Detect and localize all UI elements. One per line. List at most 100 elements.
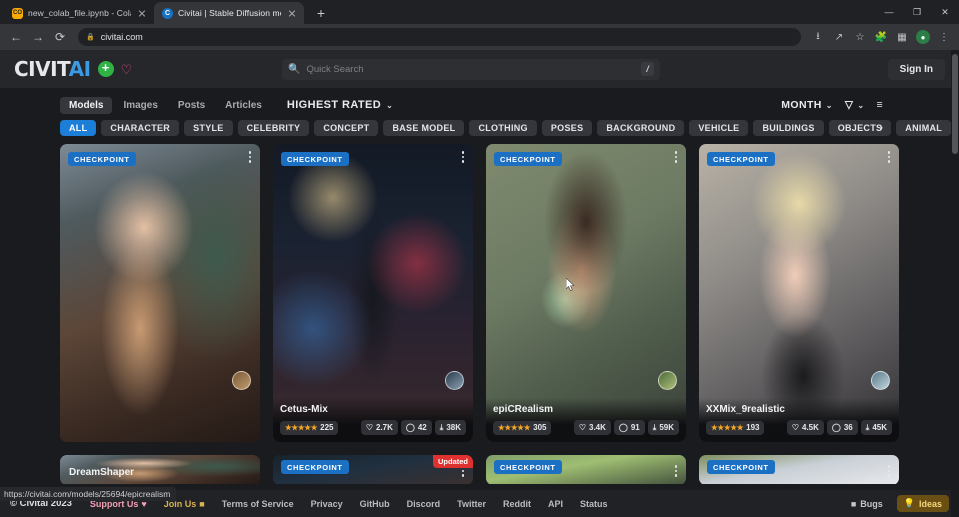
ideas-button[interactable]: 💡 Ideas — [896, 495, 949, 512]
chip-clothing[interactable]: CLOTHING — [469, 120, 537, 136]
content-nav-row: Models Images Posts Articles HIGHEST RAT… — [0, 88, 959, 115]
model-card[interactable]: CHECKPOINT XXMix_9realistic ★★★★★ 193 ♡ … — [699, 144, 899, 442]
footer-link-github[interactable]: GitHub — [360, 499, 390, 509]
avatar[interactable] — [658, 371, 677, 390]
footer-link-reddit[interactable]: Reddit — [503, 499, 531, 509]
content-type-tabs: Models Images Posts Articles — [60, 96, 271, 114]
search-input[interactable]: 🔍 Quick Search / — [282, 58, 660, 80]
model-card[interactable]: CHECKPOINT — [60, 144, 260, 442]
card-menu-icon[interactable] — [461, 151, 464, 163]
chip-style[interactable]: STYLE — [184, 120, 233, 136]
chip-celebrity[interactable]: CELEBRITY — [237, 120, 310, 136]
page-scrollbar[interactable] — [951, 50, 959, 517]
downloads-stat: ⤓ 38K — [434, 420, 466, 435]
card-menu-icon[interactable] — [248, 151, 251, 163]
toolbar-icons: ⭳ ↗ ☆ 🧩 ▦ ● ⋮ — [809, 28, 953, 46]
sign-in-button[interactable]: Sign In — [887, 58, 945, 80]
footer-link-status[interactable]: Status — [580, 499, 608, 509]
browser-tab-civitai[interactable]: C Civitai | Stable Diffusion models, — [154, 2, 304, 24]
reload-icon[interactable]: ⟳ — [50, 27, 70, 47]
logo-text-civit: CIVIT — [14, 57, 69, 81]
close-icon[interactable] — [136, 7, 148, 19]
model-card-stats: ★★★★★ 225 ♡ 2.7K ◯ 42 ⤓ 38K — [280, 420, 466, 435]
model-card[interactable]: CHECKPOINT epiCRealism ★★★★★ 305 ♡ 3.4K … — [486, 144, 686, 442]
close-icon[interactable] — [286, 7, 298, 19]
share-icon[interactable]: ↗ — [830, 28, 848, 46]
scrollbar-thumb[interactable] — [952, 54, 958, 154]
model-type-badge: CHECKPOINT — [707, 152, 775, 166]
chip-animal[interactable]: ANIMAL — [896, 120, 952, 136]
search-icon: 🔍 — [288, 63, 301, 75]
back-icon[interactable]: ← — [6, 27, 26, 47]
tab-images[interactable]: Images — [114, 97, 166, 114]
model-card[interactable]: CHECKPOINT Updated — [273, 455, 473, 484]
tab-articles[interactable]: Articles — [216, 97, 271, 114]
model-card-stats: ★★★★★ 305 ♡ 3.4K ◯ 91 ⤓ 59K — [493, 420, 679, 435]
address-bar[interactable]: 🔒 civitai.com — [78, 28, 801, 46]
colab-icon: CO — [12, 7, 23, 19]
period-dropdown[interactable]: MONTH ⌄ — [781, 99, 833, 111]
avatar[interactable] — [871, 371, 890, 390]
side-panel-icon[interactable]: ▦ — [893, 28, 911, 46]
card-menu-icon[interactable] — [887, 465, 890, 477]
downloads-count: 45K — [872, 423, 887, 432]
footer-link-discord[interactable]: Discord — [407, 499, 441, 509]
tab-posts[interactable]: Posts — [169, 97, 214, 114]
model-card[interactable]: CHECKPOINT — [486, 455, 686, 484]
chip-all[interactable]: ALL — [60, 120, 97, 136]
model-type-badge: CHECKPOINT — [281, 460, 349, 474]
model-card[interactable]: CHECKPOINT — [699, 455, 899, 484]
layout-toggle-icon: ≡ — [876, 99, 883, 111]
comments-stat: ◯ 42 — [400, 420, 432, 435]
browser-tab-colab[interactable]: CO new_colab_file.ipynb - Colaborat — [4, 2, 154, 24]
card-menu-icon[interactable] — [887, 151, 890, 163]
model-card[interactable]: CHECKPOINT Cetus-Mix ★★★★★ 225 ♡ 2.7K ◯ … — [273, 144, 473, 442]
card-menu-icon[interactable] — [674, 465, 677, 477]
chip-buildings[interactable]: BUILDINGS — [753, 120, 824, 136]
avatar[interactable] — [232, 371, 251, 390]
layout-toggle-button[interactable]: ≡ — [876, 99, 883, 111]
maximize-icon[interactable]: ❐ — [903, 0, 931, 24]
bugs-button[interactable]: ■ Bugs — [844, 496, 890, 512]
sort-dropdown[interactable]: HIGHEST RATED ⌄ — [287, 99, 393, 111]
chips-scroll-right-icon[interactable]: › — [879, 122, 883, 134]
chip-poses[interactable]: POSES — [541, 120, 593, 136]
footer-link-api[interactable]: API — [548, 499, 563, 509]
footer-link-twitter[interactable]: Twitter — [457, 499, 486, 509]
footer-link-terms[interactable]: Terms of Service — [222, 499, 294, 509]
chip-character[interactable]: CHARACTER — [101, 120, 180, 136]
chip-concept[interactable]: CONCEPT — [314, 120, 379, 136]
avatar[interactable] — [445, 371, 464, 390]
model-type-badge: CHECKPOINT — [68, 152, 136, 166]
forward-icon[interactable]: → — [28, 27, 48, 47]
heart-icon: ♡ — [791, 423, 799, 432]
new-tab-button[interactable]: + — [310, 2, 332, 24]
comments-stat: ◯ 91 — [613, 420, 645, 435]
logo-text-ai: AI — [68, 57, 91, 81]
heart-icon[interactable]: ♡ — [121, 63, 133, 76]
browser-tab-title: new_colab_file.ipynb - Colaborat — [28, 8, 131, 18]
extensions-puzzle-icon[interactable]: 🧩 — [872, 28, 890, 46]
card-menu-icon[interactable] — [674, 151, 677, 163]
tab-models[interactable]: Models — [60, 96, 113, 114]
chevron-down-icon: ⌄ — [386, 100, 394, 110]
filter-button[interactable]: ▽ ⌄ — [845, 99, 865, 111]
bookmark-star-icon[interactable]: ☆ — [851, 28, 869, 46]
chip-vehicle[interactable]: VEHICLE — [689, 120, 749, 136]
create-plus-icon[interactable]: + — [97, 61, 114, 77]
download-icon[interactable]: ⭳ — [809, 28, 827, 46]
model-card-title: XXMix_9realistic — [706, 404, 785, 415]
footer-link-privacy[interactable]: Privacy — [311, 499, 343, 509]
chip-background[interactable]: BACKGROUND — [597, 120, 685, 136]
model-card[interactable]: DreamShaper — [60, 455, 260, 484]
minimize-icon[interactable]: — — [875, 0, 903, 24]
comment-icon: ◯ — [831, 423, 841, 432]
comments-count: 91 — [630, 423, 640, 432]
civitai-logo[interactable]: CIVITAI + ♡ — [14, 57, 132, 81]
close-window-icon[interactable]: ✕ — [931, 0, 959, 24]
chip-base-model[interactable]: BASE MODEL — [383, 120, 465, 136]
page-content: CIVITAI + ♡ 🔍 Quick Search / Sign In Mod… — [0, 50, 959, 517]
kebab-menu-icon[interactable]: ⋮ — [935, 28, 953, 46]
profile-avatar-icon[interactable]: ● — [914, 28, 932, 46]
model-type-badge: CHECKPOINT — [494, 460, 562, 474]
